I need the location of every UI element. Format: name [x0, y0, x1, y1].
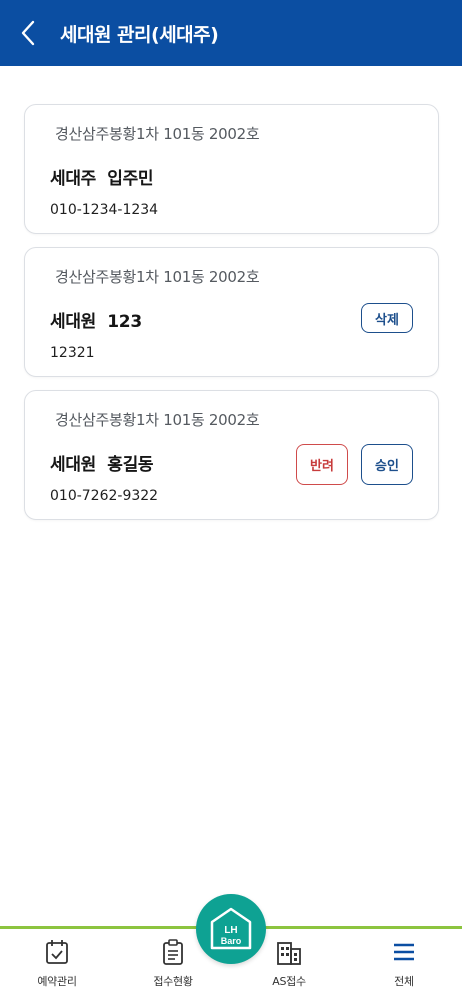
building-icon: [277, 942, 301, 965]
nav-item-all[interactable]: 전체: [364, 939, 444, 989]
logo-text-lh: LH: [224, 925, 237, 936]
card-name: 세대원 홍길동: [50, 455, 154, 475]
approve-button[interactable]: 승인: [361, 444, 413, 485]
card-phone: 12321: [50, 345, 95, 361]
back-button[interactable]: [0, 0, 56, 66]
lh-baro-home-button[interactable]: LH Baro: [196, 894, 266, 964]
lh-baro-logo-icon: LH Baro: [210, 907, 252, 950]
clipboard-icon: [163, 939, 183, 965]
card-address: 경산삼주봉황1차 101동 2002호: [55, 411, 260, 429]
nav-label: 전체: [394, 975, 414, 988]
logo-text-baro: Baro: [221, 936, 242, 946]
hamburger-menu-icon: [394, 943, 414, 961]
member-card: 경산삼주봉황1차 101동 2002호 세대원 123 12321 삭제: [24, 247, 439, 377]
member-card: 경산삼주봉황1차 101동 2002호 세대주 입주민 010-1234-123…: [24, 104, 439, 234]
nav-label: AS접수: [272, 975, 306, 988]
card-name: 세대주 입주민: [50, 169, 154, 189]
member-card: 경산삼주봉황1차 101동 2002호 세대원 홍길동 010-7262-932…: [24, 390, 439, 520]
page-title: 세대원 관리(세대주): [60, 23, 219, 46]
reject-button[interactable]: 반려: [296, 444, 348, 485]
nav-label: 예약관리: [37, 975, 77, 988]
chevron-left-icon: [21, 20, 35, 46]
member-list: 경산삼주봉황1차 101동 2002호 세대주 입주민 010-1234-123…: [24, 104, 439, 533]
nav-item-reservation[interactable]: 예약관리: [17, 939, 97, 989]
card-address: 경산삼주봉황1차 101동 2002호: [55, 268, 260, 286]
delete-button[interactable]: 삭제: [361, 303, 413, 333]
card-phone: 010-7262-9322: [50, 488, 159, 504]
card-address: 경산삼주봉황1차 101동 2002호: [55, 125, 260, 143]
nav-label: 접수현황: [153, 975, 193, 988]
card-name: 세대원 123: [50, 312, 142, 332]
calendar-check-icon: [46, 940, 68, 964]
card-phone: 010-1234-1234: [50, 202, 159, 218]
app-header: 세대원 관리(세대주): [0, 0, 462, 66]
